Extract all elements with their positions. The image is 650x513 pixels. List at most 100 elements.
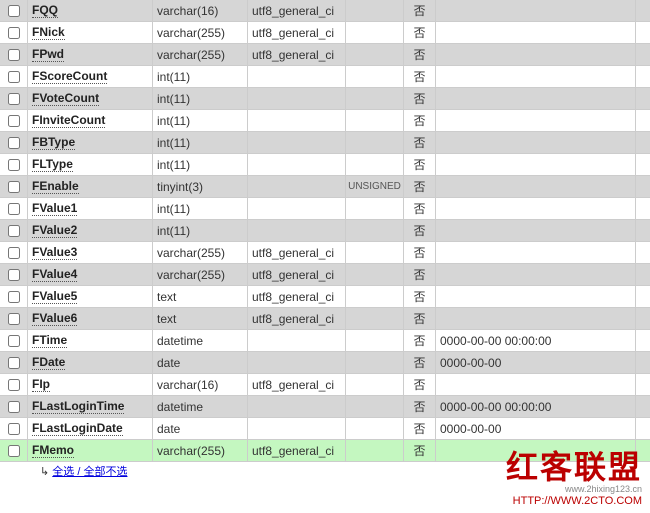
column-null: 否	[404, 132, 436, 153]
column-null: 否	[404, 330, 436, 351]
column-type: varchar(255)	[153, 44, 248, 65]
row-checkbox[interactable]	[8, 115, 20, 127]
column-name-link[interactable]: FLastLoginTime	[32, 399, 124, 414]
column-attributes	[346, 132, 404, 153]
table-row: FPwdvarchar(255)utf8_general_ci否	[0, 44, 650, 66]
arrow-icon: ↳	[40, 466, 52, 478]
column-name-link[interactable]: FTime	[32, 333, 67, 348]
column-attributes	[346, 418, 404, 439]
column-null: 否	[404, 22, 436, 43]
column-collation: utf8_general_ci	[248, 440, 346, 461]
column-name-link[interactable]: FBType	[32, 135, 75, 150]
row-checkbox[interactable]	[8, 291, 20, 303]
column-name-link[interactable]: FValue6	[32, 311, 77, 326]
column-collation: utf8_general_ci	[248, 374, 346, 395]
column-name-link[interactable]: FLastLoginDate	[32, 421, 123, 436]
column-collation: utf8_general_ci	[248, 44, 346, 65]
column-type: text	[153, 286, 248, 307]
column-name-cell: FEnable	[28, 176, 153, 197]
column-attributes	[346, 22, 404, 43]
row-checkbox[interactable]	[8, 49, 20, 61]
check-all-link[interactable]: 全选 / 全部不选	[52, 466, 127, 478]
column-attributes	[346, 198, 404, 219]
row-checkbox-cell	[0, 264, 28, 285]
column-attributes	[346, 396, 404, 417]
row-checkbox-cell	[0, 220, 28, 241]
column-default	[436, 242, 636, 263]
column-type: int(11)	[153, 88, 248, 109]
column-name-link[interactable]: FMemo	[32, 443, 74, 458]
column-null: 否	[404, 242, 436, 263]
column-collation	[248, 66, 346, 87]
row-checkbox[interactable]	[8, 225, 20, 237]
column-name-link[interactable]: FVoteCount	[32, 91, 99, 106]
column-collation: utf8_general_ci	[248, 242, 346, 263]
column-name-link[interactable]: FLType	[32, 157, 73, 172]
column-name-link[interactable]: FScoreCount	[32, 69, 107, 84]
column-null: 否	[404, 154, 436, 175]
column-default	[436, 198, 636, 219]
column-type: varchar(255)	[153, 242, 248, 263]
column-null: 否	[404, 0, 436, 21]
column-name-cell: FLType	[28, 154, 153, 175]
row-checkbox[interactable]	[8, 27, 20, 39]
column-default	[436, 110, 636, 131]
column-null: 否	[404, 88, 436, 109]
column-null: 否	[404, 110, 436, 131]
table-row: FValue2int(11)否	[0, 220, 650, 242]
column-attributes	[346, 220, 404, 241]
row-checkbox[interactable]	[8, 401, 20, 413]
row-checkbox-cell	[0, 0, 28, 21]
row-checkbox[interactable]	[8, 203, 20, 215]
column-name-cell: FValue1	[28, 198, 153, 219]
row-checkbox[interactable]	[8, 445, 20, 457]
row-checkbox[interactable]	[8, 357, 20, 369]
column-default	[436, 44, 636, 65]
column-name-cell: FValue3	[28, 242, 153, 263]
column-attributes	[346, 286, 404, 307]
column-name-link[interactable]: FDate	[32, 355, 65, 370]
row-checkbox[interactable]	[8, 93, 20, 105]
column-name-cell: FScoreCount	[28, 66, 153, 87]
row-checkbox[interactable]	[8, 423, 20, 435]
column-type: int(11)	[153, 110, 248, 131]
column-null: 否	[404, 176, 436, 197]
row-checkbox-cell	[0, 66, 28, 87]
row-checkbox[interactable]	[8, 181, 20, 193]
row-checkbox[interactable]	[8, 159, 20, 171]
row-checkbox[interactable]	[8, 269, 20, 281]
column-name-link[interactable]: FNick	[32, 25, 65, 40]
column-null: 否	[404, 308, 436, 329]
column-name-link[interactable]: FValue5	[32, 289, 77, 304]
row-checkbox[interactable]	[8, 5, 20, 17]
column-name-link[interactable]: FValue1	[32, 201, 77, 216]
table-row: FQQvarchar(16)utf8_general_ci否	[0, 0, 650, 22]
column-name-link[interactable]: FQQ	[32, 3, 58, 18]
column-collation	[248, 396, 346, 417]
row-checkbox[interactable]	[8, 137, 20, 149]
column-name-link[interactable]: FValue3	[32, 245, 77, 260]
column-null: 否	[404, 418, 436, 439]
row-checkbox[interactable]	[8, 247, 20, 259]
column-name-cell: FMemo	[28, 440, 153, 461]
column-default	[436, 308, 636, 329]
column-collation	[248, 198, 346, 219]
row-checkbox-cell	[0, 418, 28, 439]
row-checkbox[interactable]	[8, 71, 20, 83]
row-checkbox[interactable]	[8, 335, 20, 347]
column-name-link[interactable]: FValue2	[32, 223, 77, 238]
row-checkbox[interactable]	[8, 379, 20, 391]
table-row: FLastLoginDatedate否0000-00-00	[0, 418, 650, 440]
column-name-link[interactable]: FValue4	[32, 267, 77, 282]
column-name-link[interactable]: FEnable	[32, 179, 79, 194]
column-default: 0000-00-00 00:00:00	[436, 396, 636, 417]
column-name-link[interactable]: FInviteCount	[32, 113, 105, 128]
row-checkbox[interactable]	[8, 313, 20, 325]
table-row: FVoteCount int(11) 否	[0, 88, 650, 110]
column-collation: utf8_general_ci	[248, 0, 346, 21]
column-name-link[interactable]: FIp	[32, 377, 50, 392]
column-type: int(11)	[153, 154, 248, 175]
column-name-link[interactable]: FPwd	[32, 47, 64, 62]
table-row: FValue1int(11)否	[0, 198, 650, 220]
column-type: datetime	[153, 396, 248, 417]
